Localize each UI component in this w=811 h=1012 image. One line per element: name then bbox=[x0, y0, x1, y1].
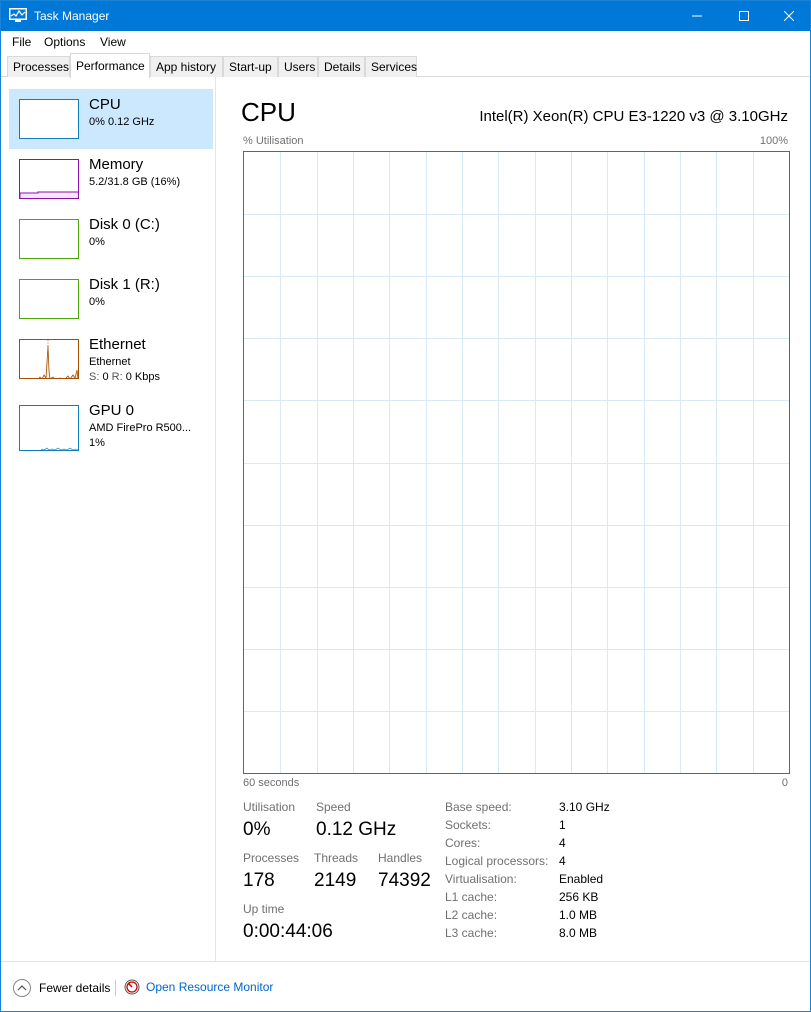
maximize-icon bbox=[739, 11, 749, 21]
maximize-button[interactable] bbox=[721, 1, 767, 31]
sidebar-item-label: Disk 0 (C:) bbox=[89, 216, 160, 233]
sidebar-item-disk-0[interactable]: Disk 0 (C:) 0% bbox=[9, 209, 213, 269]
minimize-button[interactable] bbox=[674, 1, 720, 31]
spec-label-l1-cache: L1 cache: bbox=[445, 890, 498, 904]
sidebar-item-label: GPU 0 bbox=[89, 402, 135, 419]
tab-performance[interactable]: Performance bbox=[70, 53, 150, 78]
uptime-label: Up time bbox=[243, 902, 285, 916]
sidebar-item-subtext: 0% bbox=[89, 236, 105, 248]
spec-label-cores: Cores: bbox=[445, 836, 481, 850]
spec-value-sockets: 1 bbox=[559, 818, 566, 832]
fewer-details-button[interactable]: Fewer details bbox=[13, 979, 110, 997]
task-manager-app-icon bbox=[9, 8, 27, 23]
chevron-up-icon bbox=[13, 979, 31, 997]
sidebar-item-disk-1[interactable]: Disk 1 (R:) 0% bbox=[9, 269, 213, 329]
utilisation-label: Utilisation bbox=[243, 800, 296, 814]
tab-bar: Processes Performance App history Start-… bbox=[1, 52, 810, 78]
task-manager-window: Task Manager File Options View Processes… bbox=[0, 0, 811, 1012]
sidebar-item-subtext: 5.2/31.8 GB (16%) bbox=[89, 176, 181, 188]
open-resource-monitor-label: Open Resource Monitor bbox=[146, 980, 274, 994]
tab-app-history[interactable]: App history bbox=[150, 56, 223, 77]
sidebar-item-memory[interactable]: Memory 5.2/31.8 GB (16%) bbox=[9, 149, 213, 209]
tab-details[interactable]: Details bbox=[318, 56, 365, 77]
spec-value-l2-cache: 1.0 MB bbox=[559, 908, 598, 922]
menu-options[interactable]: Options bbox=[44, 35, 85, 49]
sidebar-item-label: Ethernet bbox=[89, 336, 146, 353]
cpu-thumbnail-graph bbox=[19, 99, 79, 139]
graph-grid bbox=[244, 152, 789, 773]
sidebar-item-usage: 1% bbox=[89, 437, 105, 449]
ethernet-thumbnail-graph bbox=[19, 339, 79, 379]
footer-divider bbox=[115, 980, 116, 996]
page-title: CPU bbox=[241, 97, 296, 127]
sidebar-item-cpu[interactable]: CPU 0% 0.12 GHz bbox=[9, 89, 213, 149]
sidebar-item-subtext: 0% 0.12 GHz bbox=[89, 116, 155, 128]
gpu0-thumbnail-graph bbox=[19, 405, 79, 451]
spec-value-l1-cache: 256 KB bbox=[559, 890, 599, 904]
menu-bar: File Options View bbox=[1, 31, 810, 52]
spec-value-l3-cache: 8.0 MB bbox=[559, 926, 598, 940]
menu-view[interactable]: View bbox=[100, 35, 126, 49]
title-bar[interactable]: Task Manager bbox=[1, 1, 810, 31]
sidebar-item-subtext: 0% bbox=[89, 296, 105, 308]
close-icon bbox=[784, 11, 794, 21]
sidebar-item-label: Disk 1 (R:) bbox=[89, 276, 160, 293]
sidebar-item-subtext: Ethernet bbox=[89, 356, 131, 368]
fewer-details-label: Fewer details bbox=[39, 981, 111, 995]
spec-value-base-speed: 3.10 GHz bbox=[559, 800, 610, 814]
handles-value: 74392 bbox=[378, 870, 431, 891]
y-axis-max: 100% bbox=[759, 135, 788, 147]
disk0-thumbnail-graph bbox=[19, 219, 79, 259]
spec-label-logical-processors: Logical processors: bbox=[445, 854, 549, 868]
spec-value-virtualisation: Enabled bbox=[559, 872, 604, 886]
sidebar-item-gpu-0[interactable]: GPU 0 AMD FirePro R500... 1% bbox=[9, 395, 213, 455]
uptime-value: 0:00:44:06 bbox=[243, 921, 333, 942]
tab-processes[interactable]: Processes bbox=[7, 56, 70, 77]
resource-monitor-icon bbox=[124, 979, 140, 995]
threads-label: Threads bbox=[314, 851, 359, 865]
cpu-utilisation-graph bbox=[243, 151, 790, 774]
speed-value: 0.12 GHz bbox=[316, 819, 397, 840]
handles-label: Handles bbox=[378, 851, 423, 865]
y-axis-label: % Utilisation bbox=[243, 135, 304, 147]
disk1-thumbnail-graph bbox=[19, 279, 79, 319]
sidebar-item-subtext: AMD FirePro R500... bbox=[89, 422, 192, 434]
utilisation-value: 0% bbox=[243, 819, 271, 840]
performance-sidebar: CPU 0% 0.12 GHz Memory 5.2/31.8 GB (16%)… bbox=[1, 77, 216, 961]
sidebar-item-ethernet[interactable]: Ethernet Ethernet S: 0 R: 0 Kbps bbox=[9, 329, 213, 389]
cpu-model-name: Intel(R) Xeon(R) CPU E3-1220 v3 @ 3.10GH… bbox=[479, 108, 788, 125]
spec-label-base-speed: Base speed: bbox=[445, 800, 512, 814]
tab-services[interactable]: Services bbox=[365, 56, 417, 77]
spec-value-cores: 4 bbox=[559, 836, 566, 850]
menu-file[interactable]: File bbox=[12, 35, 31, 49]
memory-thumbnail-graph bbox=[19, 159, 79, 199]
spec-label-l3-cache: L3 cache: bbox=[445, 926, 498, 940]
sidebar-item-label: Memory bbox=[89, 156, 144, 173]
sidebar-item-label: CPU bbox=[89, 96, 121, 113]
footer-bar: Fewer details Open Resource Monitor bbox=[1, 961, 810, 1011]
tab-start-up[interactable]: Start-up bbox=[223, 56, 278, 77]
spec-value-logical-processors: 4 bbox=[559, 854, 566, 868]
processes-value: 178 bbox=[243, 870, 275, 891]
open-resource-monitor-link[interactable]: Open Resource Monitor bbox=[124, 979, 273, 995]
x-axis-left-label: 60 seconds bbox=[243, 777, 300, 789]
x-axis-right-label: 0 bbox=[781, 777, 788, 789]
spec-label-sockets: Sockets: bbox=[445, 818, 492, 832]
threads-value: 2149 bbox=[314, 870, 357, 891]
tab-users[interactable]: Users bbox=[278, 56, 318, 77]
spec-label-l2-cache: L2 cache: bbox=[445, 908, 498, 922]
minimize-icon bbox=[692, 15, 702, 17]
close-button[interactable] bbox=[766, 1, 811, 31]
spec-label-virtualisation: Virtualisation: bbox=[445, 872, 517, 886]
window-title: Task Manager bbox=[34, 9, 110, 23]
sidebar-item-throughput: S: 0 R: 0 Kbps bbox=[89, 371, 160, 383]
processes-label: Processes bbox=[243, 851, 300, 865]
speed-label: Speed bbox=[316, 800, 351, 814]
